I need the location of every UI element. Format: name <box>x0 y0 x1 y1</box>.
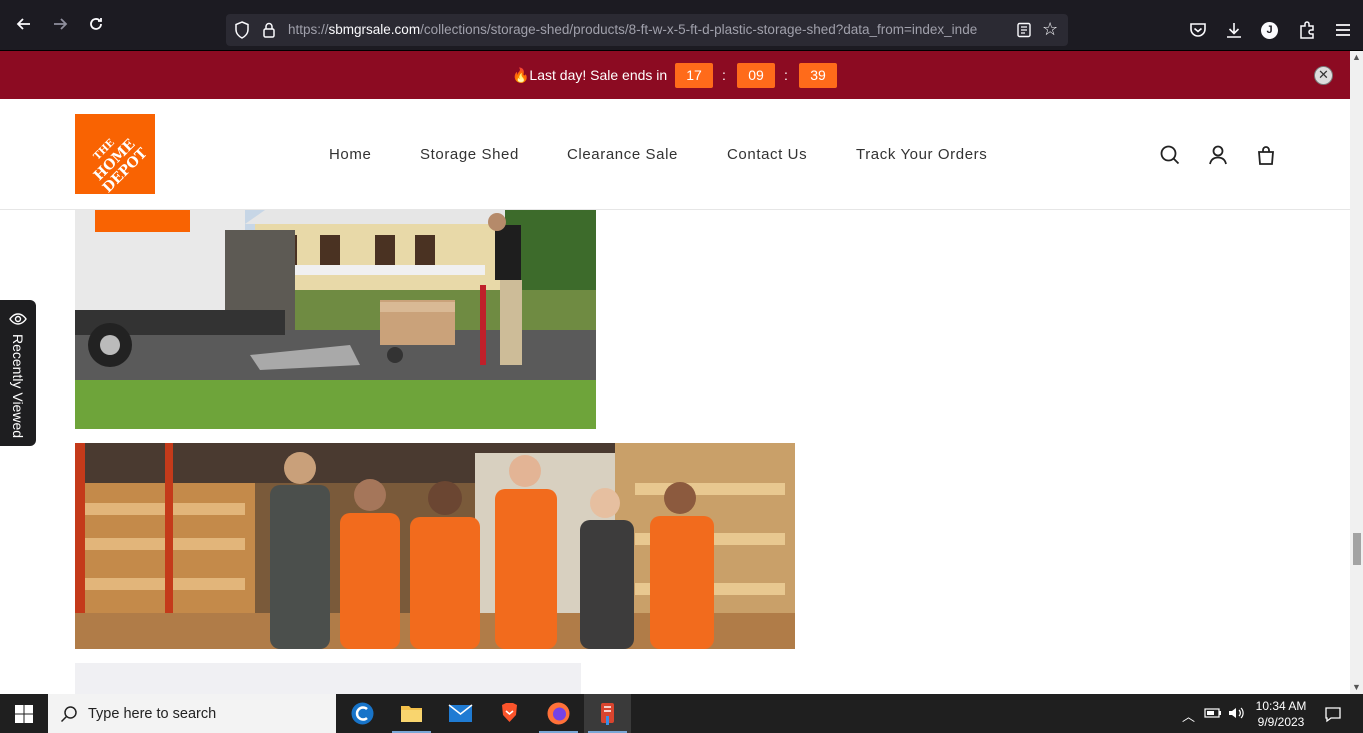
downloads-icon[interactable] <box>1224 20 1244 40</box>
url-prefix: https:// <box>288 22 329 37</box>
taskbar-app-mail[interactable] <box>437 694 484 733</box>
firefox-icon <box>547 702 570 725</box>
nav-contact-us[interactable]: Contact Us <box>727 146 807 163</box>
countdown-hours: 17 <box>675 63 713 88</box>
taskbar-search[interactable]: Type here to search <box>48 694 336 733</box>
forward-button[interactable] <box>50 14 70 34</box>
nav-storage-shed[interactable]: Storage Shed <box>420 146 519 163</box>
taskbar-app-firefox[interactable] <box>535 694 582 733</box>
address-bar[interactable]: https://sbmgrsale.com/collections/storag… <box>226 14 1068 46</box>
account-avatar[interactable]: J <box>1261 22 1278 39</box>
reload-icon <box>90 18 102 30</box>
promo-banner: 🔥Last day! Sale ends in 17 : 09 : 39 <box>0 51 1350 99</box>
promo-close-button[interactable]: ✕ <box>1314 66 1333 85</box>
search-icon <box>60 706 77 723</box>
logo-wordmark: THE HOME DEPOT <box>75 114 155 194</box>
folder-icon <box>401 706 422 722</box>
home-depot-logo[interactable]: THE HOME DEPOT <box>75 114 155 194</box>
nav-track-orders[interactable]: Track Your Orders <box>856 146 987 163</box>
taskbar-app-active-tool[interactable] <box>584 694 631 733</box>
nav-home[interactable]: Home <box>329 146 371 163</box>
scroll-down-arrow-icon[interactable]: ▼ <box>1352 683 1361 692</box>
countdown-seconds: 39 <box>799 63 837 88</box>
volume-icon[interactable] <box>1228 706 1246 720</box>
product-image-placeholder <box>75 663 581 694</box>
notifications-icon[interactable] <box>1324 705 1342 723</box>
taskbar-search-placeholder: Type here to search <box>88 706 217 722</box>
taskbar-app-file-explorer[interactable] <box>388 694 435 733</box>
bookmark-star-icon[interactable]: ☆ <box>1042 20 1060 38</box>
cart-bag-icon[interactable] <box>1255 144 1277 166</box>
windows-start-icon[interactable] <box>14 704 34 724</box>
reader-view-icon[interactable] <box>1016 22 1032 38</box>
scrollbar-thumb[interactable] <box>1353 533 1361 565</box>
eye-icon <box>9 313 27 325</box>
ccleaner-icon <box>351 702 374 725</box>
url-path: /collections/storage-shed/products/8-ft-… <box>420 22 978 37</box>
url-host: sbmgrsale.com <box>328 22 421 37</box>
back-arrow-icon <box>16 18 30 30</box>
clock-time: 10:34 AM <box>1255 699 1307 713</box>
app-tool-icon <box>601 703 614 725</box>
clock-date: 9/9/2023 <box>1257 715 1305 729</box>
tray-overflow-chevron-icon[interactable]: ︿ <box>1182 706 1195 725</box>
back-button[interactable] <box>14 14 34 34</box>
battery-icon[interactable] <box>1204 706 1222 720</box>
recently-viewed-tab[interactable]: Recently Viewed <box>0 300 36 446</box>
taskbar-app-brave[interactable] <box>486 694 533 733</box>
delivery-photo <box>75 210 596 429</box>
staff-group-photo <box>75 443 795 649</box>
brave-lion-icon <box>502 703 517 722</box>
account-icon[interactable] <box>1207 144 1229 166</box>
mail-icon <box>448 704 473 722</box>
tracking-protection-shield-icon[interactable] <box>234 21 250 39</box>
search-icon[interactable] <box>1159 144 1181 166</box>
countdown-separator: : <box>784 67 788 83</box>
windows-taskbar: Type here to search ︿ 10:34 AM 9/9/2023 <box>0 694 1363 733</box>
pocket-icon[interactable] <box>1188 20 1208 40</box>
url-text[interactable]: https://sbmgrsale.com/collections/storag… <box>288 22 1008 40</box>
reload-button[interactable] <box>86 14 106 34</box>
lock-icon[interactable] <box>262 21 276 39</box>
browser-toolbar: https://sbmgrsale.com/collections/storag… <box>0 0 1363 51</box>
countdown-separator: : <box>722 67 726 83</box>
scroll-up-arrow-icon[interactable]: ▲ <box>1352 53 1361 62</box>
countdown-minutes: 09 <box>737 63 775 88</box>
close-icon: ✕ <box>1318 67 1329 82</box>
nav-clearance-sale[interactable]: Clearance Sale <box>567 146 678 163</box>
taskbar-clock[interactable]: 10:34 AM 9/9/2023 <box>1248 698 1314 730</box>
forward-arrow-icon <box>54 18 68 30</box>
recently-viewed-label: Recently Viewed <box>10 334 26 439</box>
taskbar-app-ccleaner[interactable] <box>339 694 386 733</box>
promo-text: 🔥Last day! Sale ends in <box>512 67 668 83</box>
hamburger-menu-icon[interactable] <box>1333 20 1353 40</box>
page-scrollbar[interactable]: ▲ ▼ <box>1350 51 1363 694</box>
extensions-puzzle-icon[interactable] <box>1297 20 1317 40</box>
site-header: THE HOME DEPOT Home Storage Shed Clearan… <box>0 99 1350 210</box>
